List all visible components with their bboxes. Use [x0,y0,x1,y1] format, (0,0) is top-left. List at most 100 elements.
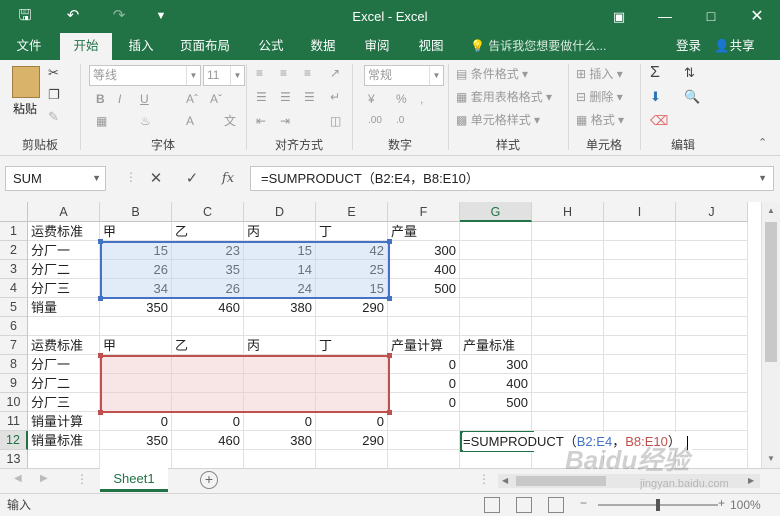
cell-a3[interactable]: 分厂二 [28,260,100,279]
row-header-11[interactable]: 11 [0,412,28,431]
cell-d5[interactable]: 380 [244,298,316,317]
scroll-down-icon[interactable]: ▼ [762,454,780,463]
right-align-icon[interactable]: ☰ [304,88,315,106]
cell-h5[interactable] [532,298,604,317]
tab-formulas[interactable]: 公式 [250,33,292,60]
column-header-j[interactable]: J [676,202,748,222]
scroll-thumb[interactable] [765,222,777,362]
page-layout-view-icon[interactable] [516,497,532,513]
phonetic-icon[interactable]: 文 [224,112,236,130]
cell-j8[interactable] [676,355,748,374]
cell-a13[interactable] [28,450,100,468]
collapse-ribbon-icon[interactable]: ⌃ [758,136,767,149]
center-align-icon[interactable]: ☰ [280,88,291,106]
wrap-text-icon[interactable]: ↵ [330,88,340,106]
row-header-8[interactable]: 8 [0,355,28,374]
ref-handle[interactable] [387,410,392,415]
orientation-icon[interactable]: ↗ [330,64,340,82]
copy-icon[interactable]: ❐ [48,86,60,104]
cell-c6[interactable] [172,317,244,336]
increase-decimal-icon[interactable]: .00 [368,112,382,130]
cell-h7[interactable] [532,336,604,355]
column-header-i[interactable]: I [604,202,676,222]
cell-i5[interactable] [604,298,676,317]
decrease-font-icon[interactable]: Aˇ [210,90,222,108]
bottom-align-icon[interactable]: ≡ [304,64,311,82]
minimize-icon[interactable]: — [642,0,688,33]
insert-cells-button[interactable]: ⊞ 插入 ▾ [576,65,623,83]
number-format-combo[interactable]: 常规 ▼ [364,65,444,86]
cell-j9[interactable] [676,374,748,393]
zoom-slider-knob[interactable] [656,499,660,511]
ref-handle[interactable] [387,353,392,358]
cell-c1[interactable]: 乙 [172,222,244,241]
cell-f3[interactable]: 400 [388,260,460,279]
cell-h3[interactable] [532,260,604,279]
cell-b5[interactable]: 350 [100,298,172,317]
cell-e11[interactable]: 0 [316,412,388,431]
cell-a5[interactable]: 销量 [28,298,100,317]
cell-c13[interactable] [172,450,244,468]
paste-button[interactable]: 粘贴 [13,100,37,117]
middle-align-icon[interactable]: ≡ [280,64,287,82]
scroll-left-icon[interactable]: ◀ [502,474,508,488]
cell-g8[interactable]: 300 [460,355,532,374]
cell-b6[interactable] [100,317,172,336]
cell-f4[interactable]: 500 [388,279,460,298]
cell-f1[interactable]: 产量 [388,222,460,241]
cell-c7[interactable]: 乙 [172,336,244,355]
conditional-format-button[interactable]: ▤ 条件格式 ▾ [456,65,528,83]
sort-filter-icon[interactable]: ⇅ [684,64,695,82]
cut-icon[interactable]: ✂ [48,64,59,82]
delete-cells-button[interactable]: ⊟ 删除 ▾ [576,88,623,106]
row-header-6[interactable]: 6 [0,317,28,336]
cell-h1[interactable] [532,222,604,241]
find-icon[interactable]: 🔍 [684,88,700,106]
ref-handle[interactable] [387,296,392,301]
cell-i1[interactable] [604,222,676,241]
clear-icon[interactable]: ⌫ [650,112,668,130]
cell-g7[interactable]: 产量标准 [460,336,532,355]
tell-me-box[interactable]: 💡 告诉我您想要做什么... [470,33,606,59]
underline-icon[interactable]: U [140,90,149,108]
cell-style-button[interactable]: ▩ 单元格样式 ▾ [456,111,540,129]
cell-g9[interactable]: 400 [460,374,532,393]
cell-g3[interactable] [460,260,532,279]
table-format-button[interactable]: ▦ 套用表格格式 ▾ [456,88,552,106]
fill-color-icon[interactable]: ♨ [140,112,151,130]
name-box[interactable]: SUM ▼ [5,166,106,191]
cell-g2[interactable] [460,241,532,260]
cell-a11[interactable]: 销量计算 [28,412,100,431]
format-painter-icon[interactable]: ✎ [48,108,59,126]
cell-c12[interactable]: 460 [172,431,244,450]
cell-d1[interactable]: 丙 [244,222,316,241]
login-link[interactable]: 登录 [676,33,701,59]
cell-g1[interactable] [460,222,532,241]
cell-a7[interactable]: 运费标准 [28,336,100,355]
tab-home[interactable]: 开始 [60,33,112,60]
bold-icon[interactable]: B [96,90,105,108]
tab-data[interactable]: 数据 [302,33,344,60]
cell-g10[interactable]: 500 [460,393,532,412]
ref-handle[interactable] [98,296,103,301]
tab-insert[interactable]: 插入 [120,33,162,60]
cell-d11[interactable]: 0 [244,412,316,431]
zoom-out-icon[interactable]: − [580,496,587,510]
enter-icon[interactable]: ✓ [180,166,204,191]
cell-d12[interactable]: 380 [244,431,316,450]
zoom-in-icon[interactable]: + [718,496,725,510]
cell-i10[interactable] [604,393,676,412]
scroll-thumb[interactable] [516,476,606,486]
cell-f10[interactable]: 0 [388,393,460,412]
cell-e5[interactable]: 290 [316,298,388,317]
next-sheet-icon[interactable]: ▶ [40,473,48,484]
cell-i4[interactable] [604,279,676,298]
scroll-right-icon[interactable]: ▶ [748,474,754,488]
cell-a6[interactable] [28,317,100,336]
left-align-icon[interactable]: ☰ [256,88,267,106]
row-header-7[interactable]: 7 [0,336,28,355]
cell-j3[interactable] [676,260,748,279]
cell-h11[interactable] [532,412,604,431]
decrease-indent-icon[interactable]: ⇤ [256,112,266,130]
cell-i2[interactable] [604,241,676,260]
